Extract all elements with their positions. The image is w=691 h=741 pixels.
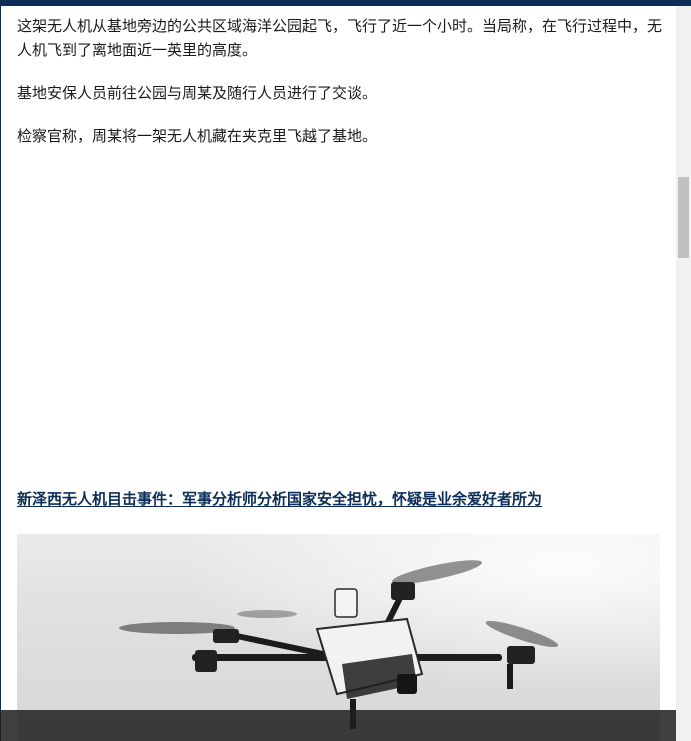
scrollbar-thumb[interactable] (678, 177, 689, 258)
article-paragraph-2: 基地安保人员前往公园与周某及随行人员进行了交谈。 (17, 84, 378, 102)
article-paragraph-1: 这架无人机从基地旁边的公共区域海洋公园起飞，飞行了近一个小时。当局称，在飞行过程… (17, 17, 663, 59)
left-border (0, 6, 1, 741)
article-paragraph-3: 检察官称，周某将一架无人机藏在夹克里飞越了基地。 (17, 127, 378, 145)
related-article-link[interactable]: 新泽西无人机目击事件：军事分析师分析国家安全担忧，怀疑是业余爱好者所为 (17, 487, 662, 511)
top-brand-bar (0, 0, 691, 6)
scrollbar[interactable] (676, 6, 691, 741)
bottom-toolbar-overlay (0, 710, 676, 741)
